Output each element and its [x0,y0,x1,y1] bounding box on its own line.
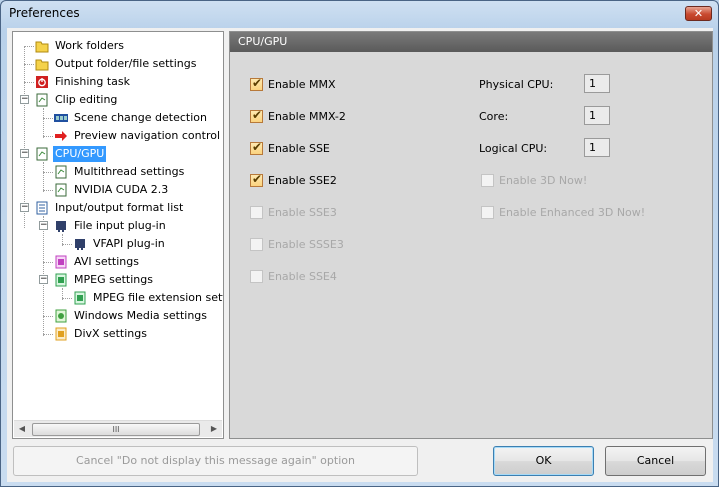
mpeg-file-icon [73,291,87,305]
preferences-tree[interactable]: − − − − − Work folders Output folder/fil… [12,31,224,439]
ok-button[interactable]: OK [493,446,594,476]
power-icon [35,75,49,89]
expander-clip-editing[interactable]: − [20,95,29,104]
folder-icon [35,57,49,71]
physical-cpu-label: Physical CPU: [479,78,554,91]
tree-horizontal-scrollbar[interactable]: ◀ III ▶ [14,420,222,437]
expander-io-format[interactable]: − [20,203,29,212]
checkbox-box [250,270,263,283]
avi-file-icon [54,255,68,269]
document-icon [35,93,49,107]
title-bar[interactable]: Preferences ✕ [1,1,718,27]
logical-cpu-value: 1 [584,138,610,157]
expander-mpeg[interactable]: − [39,275,48,284]
scroll-right-icon[interactable]: ▶ [208,424,220,435]
physical-cpu-value: 1 [584,74,610,93]
cancel-button[interactable]: Cancel [605,446,706,476]
plugin-icon [54,219,68,233]
document-icon [54,165,68,179]
scroll-thumb[interactable]: III [32,423,200,436]
red-arrow-icon [54,129,68,143]
preferences-window: Preferences ✕ − − − − − Work folders Out… [0,0,719,487]
core-label: Core: [479,110,509,123]
panel-header: CPU/GPU [230,32,712,52]
close-button[interactable]: ✕ [685,6,712,21]
plugin-icon [73,237,87,251]
checkbox-box [250,238,263,251]
film-icon [54,111,68,125]
folder-icon [35,39,49,53]
checkbox-box [481,206,494,219]
wm-file-icon [54,309,68,323]
list-icon [35,201,49,215]
checkbox-box[interactable] [250,108,263,123]
cancel-dont-display-button: Cancel "Do not display this message agai… [13,446,418,476]
core-value: 1 [584,106,610,125]
cpu-gpu-panel: CPU/GPU Enable MMX Enable MMX-2 Enable S… [229,31,713,439]
document-icon [54,183,68,197]
checkbox-box [250,206,263,219]
mpeg-file-icon [54,273,68,287]
checkbox-box[interactable] [250,172,263,187]
document-icon [35,147,49,161]
dialog-client-area: − − − − − Work folders Output folder/fil… [7,28,713,482]
checkbox-box[interactable] [250,140,263,155]
checkbox-box [481,174,494,187]
expander-file-input[interactable]: − [39,221,48,230]
divx-file-icon [54,327,68,341]
checkbox-box[interactable] [250,76,263,91]
window-title: Preferences [9,6,80,20]
expander-cpu-gpu[interactable]: − [20,149,29,158]
logical-cpu-label: Logical CPU: [479,142,548,155]
scroll-left-icon[interactable]: ◀ [16,424,28,435]
